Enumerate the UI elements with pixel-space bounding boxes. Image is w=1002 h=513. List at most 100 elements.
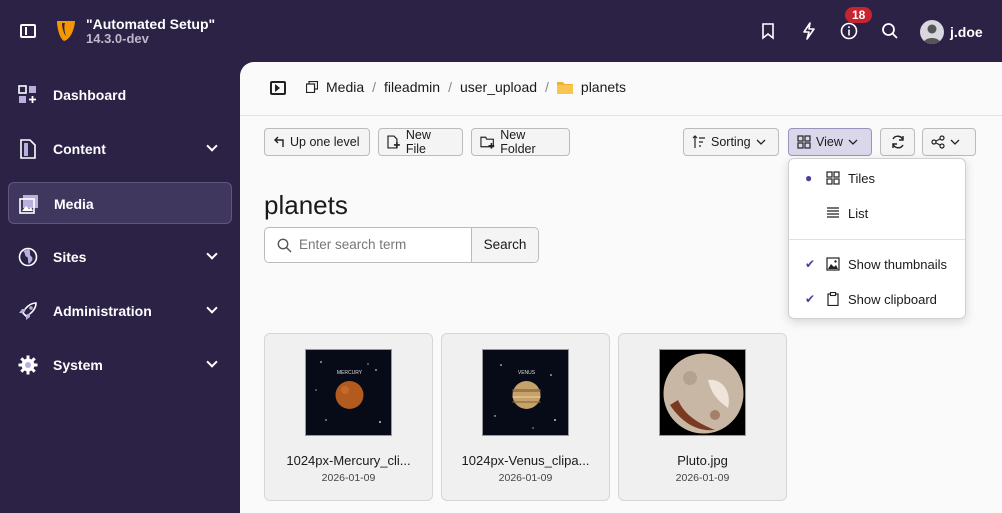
search-input[interactable]: Enter search term xyxy=(265,228,472,262)
file-name[interactable]: Pluto.jpg xyxy=(619,453,786,468)
nav-label: Dashboard xyxy=(53,87,127,103)
file-thumbnail[interactable] xyxy=(659,349,746,436)
user-name[interactable]: j.doe xyxy=(950,24,983,40)
media-icon xyxy=(306,81,318,93)
file-thumbnail[interactable]: MERCURY xyxy=(305,349,392,436)
chevron-down-icon xyxy=(848,139,858,145)
search-form: Enter search term Search xyxy=(264,227,539,263)
file-date: 2026-01-09 xyxy=(498,472,553,484)
nav-label: Content xyxy=(53,141,106,157)
chevron-down-icon xyxy=(950,139,960,145)
rocket-icon xyxy=(19,302,37,320)
file-thumbnail[interactable]: VENUS xyxy=(482,349,569,436)
folder-add-icon xyxy=(480,136,495,149)
toggle-show-thumbnails[interactable]: ✔ Show thumbnails xyxy=(789,248,965,280)
info-icon[interactable] xyxy=(840,22,858,40)
breadcrumb-separator: / xyxy=(545,79,549,95)
nav-label: System xyxy=(53,357,103,373)
grid-icon xyxy=(797,135,811,149)
folder-icon xyxy=(556,81,573,94)
nav-item-content[interactable]: Content xyxy=(8,128,232,170)
new-file-button[interactable]: New File xyxy=(378,128,463,156)
globe-icon xyxy=(18,247,38,267)
dashboard-icon xyxy=(18,85,36,103)
nav-label: Administration xyxy=(53,303,152,319)
sorting-label: Sorting xyxy=(711,135,751,149)
file-name[interactable]: 1024px-Mercury_cli... xyxy=(265,453,432,468)
clipboard-icon xyxy=(827,292,839,306)
file-name[interactable]: 1024px-Venus_clipa... xyxy=(442,453,609,468)
notification-badge: 18 xyxy=(845,7,873,23)
sidebar-toggle-icon[interactable] xyxy=(20,24,36,38)
nav-item-sites[interactable]: Sites xyxy=(8,236,232,278)
check-icon: ✔ xyxy=(805,257,816,271)
chevron-down-icon xyxy=(756,139,766,145)
arrow-up-left-icon xyxy=(274,136,284,147)
chevron-down-icon[interactable] xyxy=(206,140,218,152)
search-icon[interactable] xyxy=(881,22,899,40)
mercury-image: MERCURY xyxy=(306,350,391,435)
breadcrumb-item-media[interactable]: Media xyxy=(326,79,364,95)
file-date: 2026-01-09 xyxy=(675,472,730,484)
chevron-down-icon[interactable] xyxy=(206,302,218,314)
breadcrumb: Media / fileadmin / user_upload / planet… xyxy=(306,79,626,95)
search-button[interactable]: Search xyxy=(471,228,538,262)
list-icon xyxy=(827,207,839,218)
nav-label: Media xyxy=(54,196,94,212)
selected-dot-icon: ● xyxy=(805,171,813,185)
breadcrumb-item-fileadmin[interactable]: fileadmin xyxy=(384,79,440,95)
bookmark-icon[interactable] xyxy=(759,22,777,40)
nav-item-system[interactable]: System xyxy=(8,344,232,386)
content-icon xyxy=(20,139,36,159)
avatar[interactable] xyxy=(920,20,944,44)
nav-label: Sites xyxy=(53,249,87,265)
sorting-button[interactable]: Sorting xyxy=(683,128,779,156)
view-label: View xyxy=(816,135,843,149)
chevron-down-icon[interactable] xyxy=(206,356,218,368)
file-tile[interactable]: MERCURY 1024px-Mercury_cli... 2026-01-09 xyxy=(264,333,433,501)
breadcrumb-bar: Media / fileadmin / user_upload / planet… xyxy=(240,62,1002,116)
pluto-image xyxy=(660,350,745,435)
share-icon xyxy=(931,135,945,149)
file-date: 2026-01-09 xyxy=(321,472,376,484)
reload-button[interactable] xyxy=(880,128,915,156)
view-option-label: Tiles xyxy=(848,171,875,186)
file-tile[interactable]: VENUS 1024px-Venus_clipa... 2026-01-09 xyxy=(441,333,610,501)
top-bar: "Automated Setup" 14.3.0-dev 18 j.doe xyxy=(0,0,1002,62)
sort-icon xyxy=(692,135,705,148)
thumb-label: MERCURY xyxy=(337,370,363,376)
file-tile[interactable]: Pluto.jpg 2026-01-09 xyxy=(618,333,787,501)
breadcrumb-item-planets[interactable]: planets xyxy=(581,79,626,95)
toggle-show-clipboard[interactable]: ✔ Show clipboard xyxy=(789,283,965,315)
site-version: 14.3.0-dev xyxy=(86,31,149,46)
new-folder-button[interactable]: New Folder xyxy=(471,128,570,156)
up-one-level-label: Up one level xyxy=(290,135,360,149)
nav-item-administration[interactable]: Administration xyxy=(8,290,232,332)
toggle-label: Show clipboard xyxy=(848,292,937,307)
view-dropdown-menu: ● Tiles List ✔ Show thumbnails ✔ Show cl… xyxy=(788,158,966,319)
view-option-tiles[interactable]: ● Tiles xyxy=(789,162,965,194)
file-add-icon xyxy=(387,135,400,149)
refresh-icon xyxy=(891,135,904,149)
tree-toggle-icon[interactable] xyxy=(270,81,286,95)
view-button[interactable]: View xyxy=(788,128,872,156)
breadcrumb-separator: / xyxy=(372,79,377,95)
nav-item-media[interactable]: Media xyxy=(8,182,232,224)
breadcrumb-item-user-upload[interactable]: user_upload xyxy=(460,79,537,95)
venus-image: VENUS xyxy=(483,350,568,435)
gear-icon xyxy=(18,355,38,375)
share-button[interactable] xyxy=(922,128,976,156)
site-name: "Automated Setup" xyxy=(86,16,216,32)
lightning-icon[interactable] xyxy=(800,22,818,40)
new-file-label: New File xyxy=(405,128,431,156)
new-folder-label: New Folder xyxy=(500,128,536,156)
thumb-label: VENUS xyxy=(518,370,536,376)
nav-item-dashboard[interactable]: Dashboard xyxy=(8,74,232,116)
up-one-level-button[interactable]: Up one level xyxy=(264,128,370,156)
grid-icon xyxy=(826,171,840,185)
view-option-list[interactable]: List xyxy=(789,197,965,229)
user-icon xyxy=(923,24,941,44)
toggle-label: Show thumbnails xyxy=(848,257,947,272)
breadcrumb-separator: / xyxy=(448,79,452,95)
chevron-down-icon[interactable] xyxy=(206,248,218,260)
